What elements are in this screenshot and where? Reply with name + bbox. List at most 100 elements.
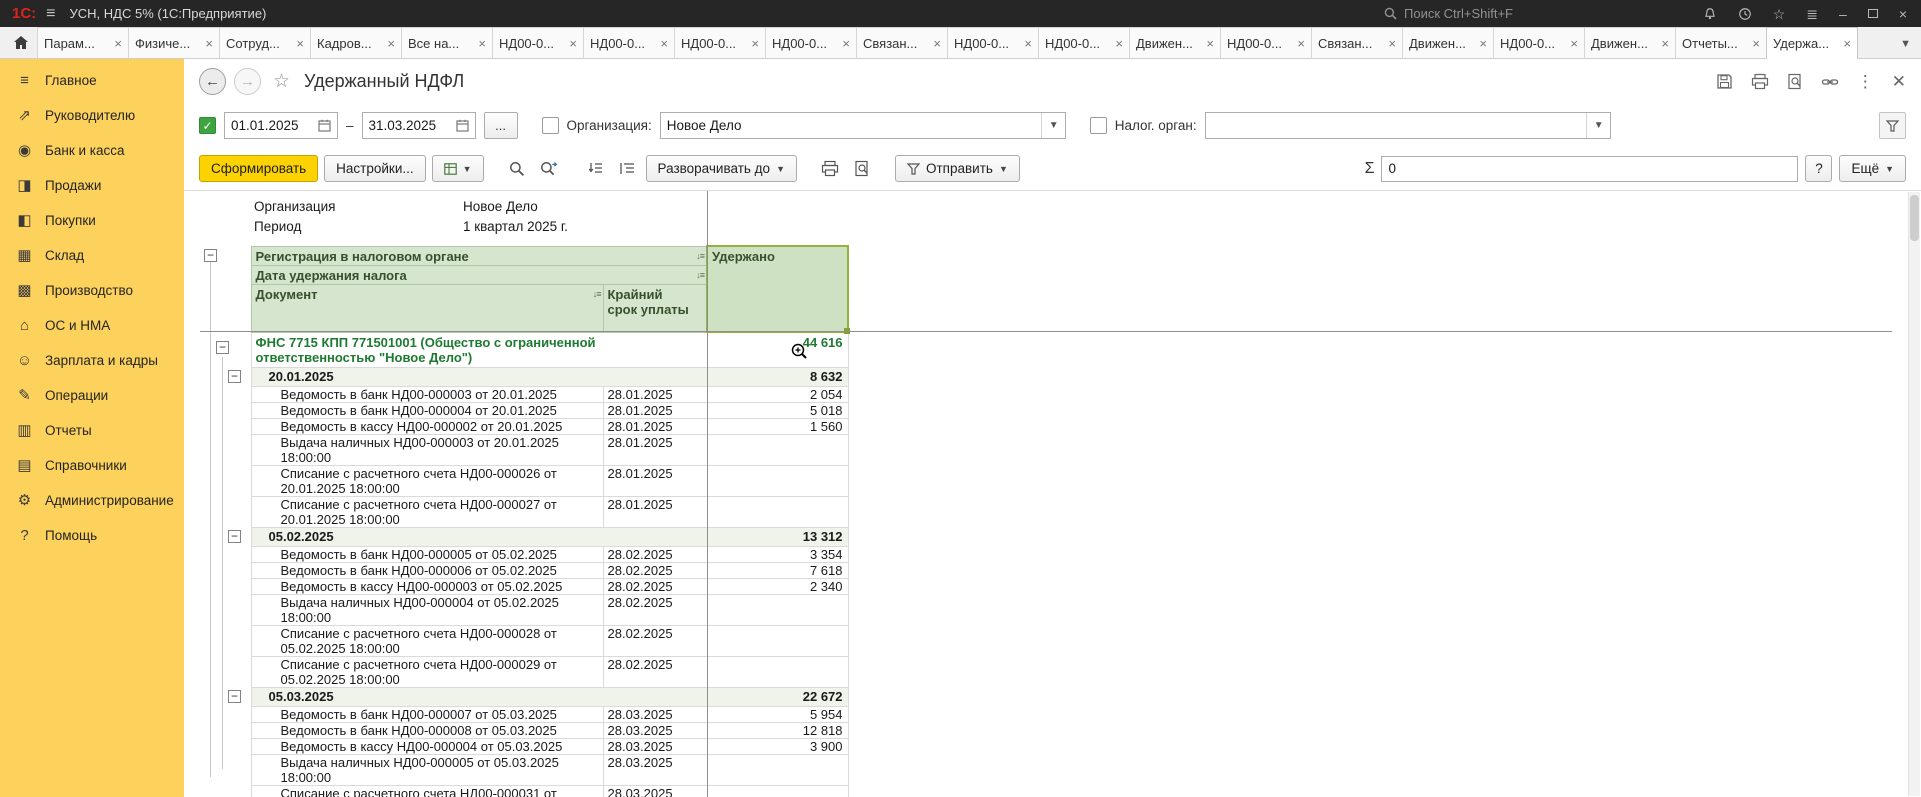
table-row-document[interactable]: Списание с расчетного счета НД00-000027 … [200, 496, 848, 527]
chevron-down-icon[interactable]: ▼ [1586, 113, 1604, 138]
print-report-button[interactable] [817, 156, 843, 182]
tab[interactable]: Отчеты... × [1675, 27, 1767, 58]
tab[interactable]: НД00-0... × [947, 27, 1039, 58]
table-row-document[interactable]: Ведомость в банк НД00-000004 от 20.01.20… [200, 402, 848, 418]
home-tab[interactable] [4, 27, 38, 58]
sidebar-item-help[interactable]: ? Помощь [0, 518, 184, 553]
tax-authority-combo[interactable]: ▼ [1205, 112, 1611, 139]
tab[interactable]: НД00-0... × [765, 27, 857, 58]
period-variants-button[interactable]: ... [484, 112, 518, 139]
table-row-document[interactable]: Ведомость в кассу НД00-000003 от 05.02.2… [200, 578, 848, 594]
tab[interactable]: Движен... × [1402, 27, 1494, 58]
forward-button[interactable]: → [234, 68, 261, 95]
tab-close-icon[interactable]: × [1206, 37, 1214, 50]
sort-icon[interactable]: ↓≡ [696, 268, 704, 283]
table-row-group[interactable]: − 20.01.2025 8 632 [200, 367, 848, 386]
tab[interactable]: Удержа... × [1766, 27, 1858, 59]
tab-close-icon[interactable]: × [1479, 37, 1487, 50]
tab-list-chevron-icon[interactable]: ▼ [1900, 38, 1921, 58]
table-row-document[interactable]: Ведомость в кассу НД00-000002 от 20.01.2… [200, 418, 848, 434]
tab-close-icon[interactable]: × [1661, 37, 1669, 50]
table-row-document[interactable]: Ведомость в банк НД00-000006 от 05.02.20… [200, 562, 848, 578]
settings-button[interactable]: Настройки... [324, 155, 425, 182]
organization-checkbox[interactable] [542, 117, 559, 134]
total-value[interactable]: 44 616 [707, 332, 848, 367]
period-from-input[interactable]: 01.01.2025 [224, 112, 338, 139]
sort-icon[interactable]: ↓≡ [696, 249, 704, 264]
tab[interactable]: НД00-0... × [1038, 27, 1130, 58]
favorite-star-icon[interactable]: ☆ [273, 70, 290, 93]
sidebar-item-purchases[interactable]: ◧ Покупки [0, 203, 184, 238]
table-row-total[interactable]: − ФНС 7715 КПП 771501001 (Общество с огр… [200, 332, 848, 367]
more-button[interactable]: Ещё ▼ [1839, 155, 1906, 182]
tab[interactable]: Физиче... × [128, 27, 220, 58]
sidebar-item-manager[interactable]: ⇗ Руководителю [0, 98, 184, 133]
tab[interactable]: Движен... × [1584, 27, 1676, 58]
tab[interactable]: НД00-0... × [1493, 27, 1585, 58]
calendar-icon[interactable] [456, 119, 469, 132]
table-row-document[interactable]: Выдача наличных НД00-000005 от 05.03.202… [200, 754, 848, 785]
sidebar-item-sales[interactable]: ◨ Продажи [0, 168, 184, 203]
tab[interactable]: Кадров... × [310, 27, 402, 58]
collapse-groups-button[interactable] [582, 156, 608, 182]
vertical-scrollbar[interactable] [1908, 192, 1920, 796]
tab-close-icon[interactable]: × [569, 37, 577, 50]
tab-close-icon[interactable]: × [1570, 37, 1578, 50]
collapse-fns-icon[interactable]: − [216, 341, 229, 354]
favorites-icon[interactable]: ☆ [1773, 7, 1786, 21]
tab[interactable]: Связан... × [856, 27, 948, 58]
sidebar-item-bank[interactable]: ◉ Банк и касса [0, 133, 184, 168]
header-document[interactable]: Документ ↓≡ [251, 284, 603, 332]
tab-close-icon[interactable]: × [1297, 37, 1305, 50]
tab-close-icon[interactable]: × [1388, 37, 1396, 50]
sort-icon[interactable]: ↓≡ [593, 287, 601, 302]
period-to-input[interactable]: 31.03.2025 [362, 112, 476, 139]
report-table[interactable]: ОрганизацияНовое Дело Период1 квартал 20… [200, 197, 849, 797]
filter-settings-button[interactable] [1879, 112, 1906, 139]
header-deadline[interactable]: Крайний срок уплаты [603, 284, 707, 332]
expand-groups-button[interactable] [614, 156, 640, 182]
tab-close-icon[interactable]: × [205, 37, 213, 50]
save-icon[interactable] [1716, 73, 1733, 90]
tab-close-icon[interactable]: × [296, 37, 304, 50]
table-row-document[interactable]: Ведомость в банк НД00-000007 от 05.03.20… [200, 706, 848, 722]
table-row-group[interactable]: − 05.02.2025 13 312 [200, 527, 848, 546]
table-row-document[interactable]: Списание с расчетного счета НД00-000028 … [200, 625, 848, 656]
tab[interactable]: НД00-0... × [674, 27, 766, 58]
bell-icon[interactable] [1703, 7, 1717, 21]
tab[interactable]: Сотруд... × [219, 27, 311, 58]
table-row-document[interactable]: Ведомость в банк НД00-000008 от 05.03.20… [200, 722, 848, 738]
table-row-document[interactable]: Списание с расчетного счета НД00-000029 … [200, 656, 848, 687]
print-preview-icon[interactable] [1787, 73, 1803, 90]
tab-close-icon[interactable]: × [114, 37, 122, 50]
close-form-icon[interactable]: ✕ [1892, 73, 1906, 90]
more-actions-icon[interactable]: ⋮ [1857, 73, 1874, 90]
tab[interactable]: НД00-0... × [492, 27, 584, 58]
table-row-document[interactable]: Ведомость в кассу НД00-000004 от 05.03.2… [200, 738, 848, 754]
tab-close-icon[interactable]: × [1843, 37, 1851, 50]
generate-button[interactable]: Сформировать [199, 155, 318, 182]
history-icon[interactable] [1738, 7, 1752, 21]
autosum-icon[interactable]: Σ [1365, 160, 1375, 178]
tab-close-icon[interactable]: × [660, 37, 668, 50]
tab-close-icon[interactable]: × [933, 37, 941, 50]
scrollbar-thumb[interactable] [1910, 195, 1919, 241]
send-button[interactable]: Отправить ▼ [895, 155, 1020, 182]
tax-authority-checkbox[interactable] [1090, 117, 1107, 134]
print-icon[interactable] [1751, 73, 1769, 90]
sidebar-item-production[interactable]: ▩ Производство [0, 273, 184, 308]
tab-close-icon[interactable]: × [842, 37, 850, 50]
sidebar-item-reports[interactable]: ▥ Отчеты [0, 413, 184, 448]
header-date[interactable]: Дата удержания налога ↓≡ [251, 265, 707, 284]
collapse-group-icon[interactable]: − [228, 370, 241, 383]
sidebar-item-operations[interactable]: ✎ Операции [0, 378, 184, 413]
sidebar-item-menu[interactable]: ≡ Главное [0, 63, 184, 98]
organization-combo[interactable]: Новое Дело ▼ [660, 112, 1066, 139]
service-menu-icon[interactable]: ≣ [1806, 7, 1818, 21]
calendar-icon[interactable] [318, 119, 331, 132]
tab[interactable]: Парам... × [37, 27, 129, 58]
table-row-document[interactable]: Ведомость в банк НД00-000005 от 05.02.20… [200, 546, 848, 562]
tab-close-icon[interactable]: × [1024, 37, 1032, 50]
tab-close-icon[interactable]: × [751, 37, 759, 50]
sidebar-item-salary[interactable]: ☺ Зарплата и кадры [0, 343, 184, 378]
